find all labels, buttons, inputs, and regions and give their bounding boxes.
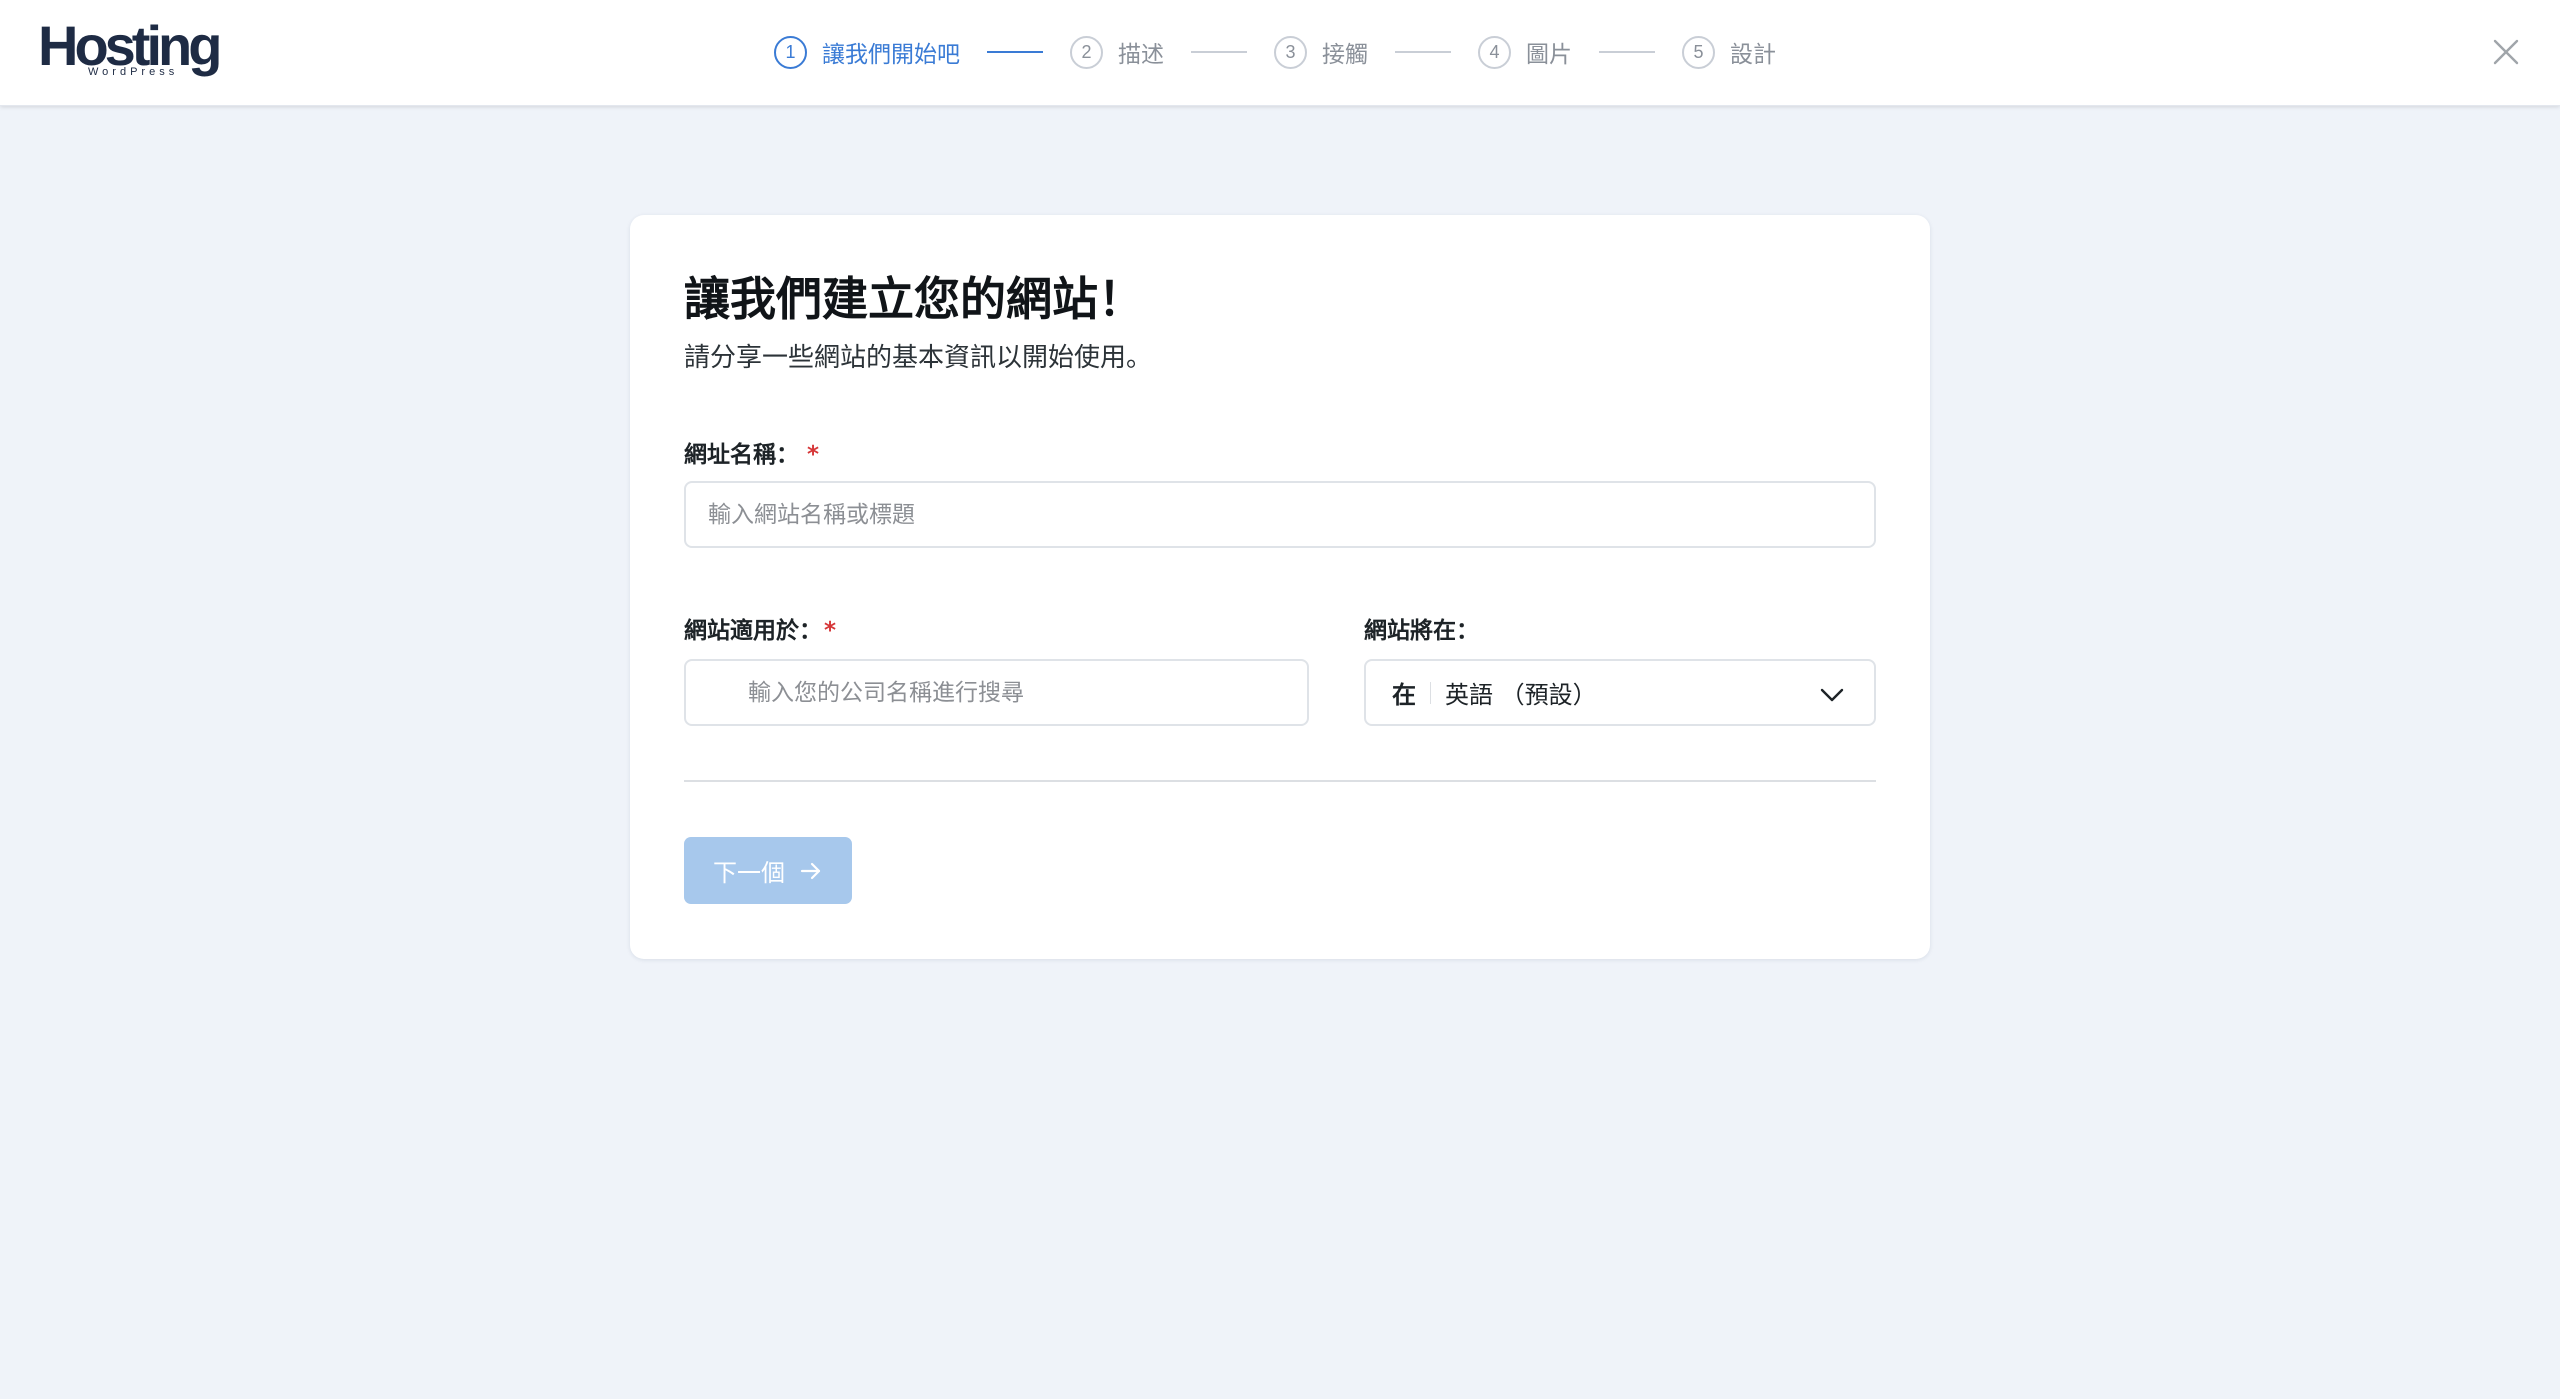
setup-card: 讓我們建立您的網站！ 請分享一些網站的基本資訊以開始使用。 網址名稱： * 網站適…: [630, 215, 1930, 959]
step-label: 讓我們開始吧: [822, 42, 960, 68]
next-button-label: 下一個: [713, 859, 785, 887]
next-button[interactable]: 下一個: [684, 837, 852, 904]
step-label: 接觸: [1322, 42, 1368, 68]
language-select[interactable]: 在 英語 （預設）: [1364, 659, 1876, 726]
step-number: 4: [1478, 35, 1511, 69]
step-label: 設計: [1730, 42, 1776, 68]
step-connector: [987, 51, 1043, 53]
required-marker: *: [807, 442, 820, 468]
site-for-input[interactable]: [684, 659, 1309, 726]
step-1[interactable]: 1 讓我們開始吧: [774, 35, 960, 69]
site-name-input[interactable]: [684, 481, 1876, 548]
step-label: 圖片: [1526, 42, 1572, 68]
logo-subtext: WordPress: [88, 66, 179, 78]
select-divider: [1430, 681, 1431, 704]
step-connector: [1599, 51, 1655, 53]
step-4[interactable]: 4 圖片: [1478, 35, 1572, 69]
step-number: 1: [774, 35, 807, 69]
progress-stepper: 1 讓我們開始吧 2 描述 3 接觸 4 圖片 5 設計: [774, 34, 1776, 70]
site-name-label-text: 網址名稱：: [684, 442, 799, 468]
step-number: 3: [1274, 35, 1307, 69]
site-for-label: 網站適用於：*: [684, 611, 836, 645]
required-marker: *: [824, 618, 837, 644]
top-bar: Hosting WordPress 1 讓我們開始吧 2 描述 3 接觸 4 圖…: [0, 0, 2560, 106]
page-subtitle: 請分享一些網站的基本資訊以開始使用。: [684, 343, 1153, 373]
step-number: 2: [1070, 35, 1103, 69]
step-connector: [1191, 51, 1247, 53]
site-for-search: [684, 659, 1309, 726]
step-label: 描述: [1118, 42, 1164, 68]
arrow-right-icon: [800, 862, 821, 879]
chevron-down-icon: [1820, 688, 1844, 702]
step-connector: [1395, 51, 1451, 53]
step-5[interactable]: 5 設計: [1682, 35, 1776, 69]
site-name-label: 網址名稱： *: [684, 435, 819, 469]
step-2[interactable]: 2 描述: [1070, 35, 1164, 69]
step-3[interactable]: 3 接觸: [1274, 35, 1368, 69]
close-icon[interactable]: [2490, 36, 2522, 68]
step-number: 5: [1682, 35, 1715, 69]
site-lang-label: 網站將在：: [1364, 618, 1479, 644]
hosting-logo[interactable]: Hosting WordPress: [38, 18, 222, 80]
site-for-label-text: 網站適用於：: [684, 618, 822, 644]
language-value: 英語 （預設）: [1445, 681, 1597, 709]
form-divider: [684, 780, 1876, 782]
language-prefix: 在: [1392, 681, 1416, 709]
page-title: 讓我們建立您的網站！: [684, 272, 1144, 326]
